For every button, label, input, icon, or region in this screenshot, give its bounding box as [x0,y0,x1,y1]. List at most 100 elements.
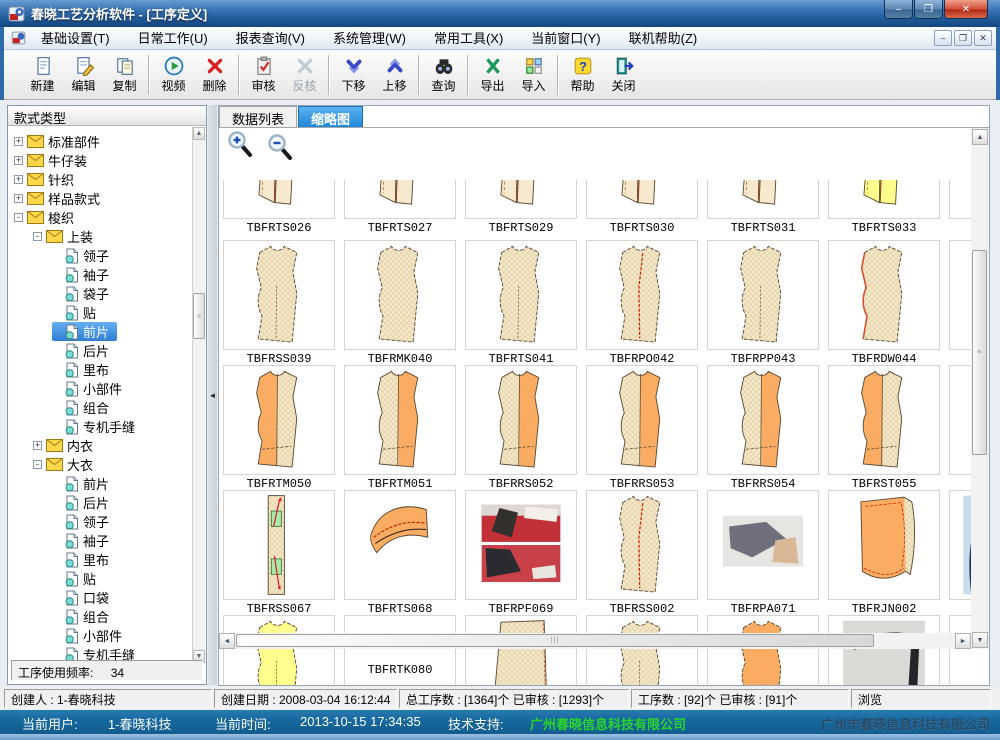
zoom-in-icon[interactable] [227,131,253,157]
tree-item-专机手缝[interactable]: 专机手缝 [52,417,135,436]
collapse-minus-icon[interactable]: - [33,460,42,469]
thumbnail-TBFRMK040[interactable] [344,240,456,350]
thumbnail-TBFRRS054[interactable] [707,365,819,475]
thumbnail-TBFRJN002[interactable] [828,490,940,600]
thumbnail-TBFRPP043[interactable] [707,240,819,350]
tree-item-牛仔装[interactable]: +牛仔装 [14,151,87,170]
menu-item-6[interactable]: 当前窗口(Y) [517,29,614,48]
tree-item-大衣[interactable]: -大衣 [33,455,93,474]
tree-item-里布[interactable]: 里布 [52,550,109,569]
tree-item-贴[interactable]: 贴 [52,569,96,588]
thumbnail-TBFRSS002[interactable] [586,490,698,600]
vertical-scroll-thumb[interactable]: ≡ [972,250,987,455]
collapse-minus-icon[interactable]: - [33,232,42,241]
tree-item-标准部件[interactable]: +标准部件 [14,132,100,151]
tree-item-口袋[interactable]: 口袋 [52,588,109,607]
thumbnail-piece[interactable] [465,615,577,685]
tree-item-梭织[interactable]: -梭织 [14,208,74,227]
thumbnail-TBFRRS053[interactable] [586,365,698,475]
thumbnail-cell-empty[interactable] [949,365,971,475]
thumbnail-TBFRTS026[interactable] [223,180,335,219]
expand-plus-icon[interactable]: + [14,156,23,165]
copy-button[interactable]: 复制 [104,52,145,98]
thumbnail-TBFRPF069[interactable] [465,490,577,600]
tree-item-袖子[interactable]: 袖子 [52,531,109,550]
tree-item-袖子[interactable]: 袖子 [52,265,109,284]
tree-item-前片-selected[interactable]: 前片 [52,322,117,341]
move-up-button[interactable]: 上移 [374,52,415,98]
thumbnail-TBFRPO042[interactable] [586,240,698,350]
window-close-button[interactable]: ✕ [944,0,988,19]
import-grid-button[interactable]: 导入 [513,52,554,98]
audit-check-button[interactable]: 审核 [243,52,284,98]
horizontal-scroll-thumb[interactable]: ||| [236,634,874,647]
tree-item-后片[interactable]: 后片 [52,341,109,360]
exit-door-button[interactable]: 关闭 [603,52,644,98]
scroll-down-icon[interactable]: ▼ [972,632,988,648]
thumbnail-TBFRTS029[interactable] [465,180,577,219]
collapse-arrow-icon[interactable]: ◄ [209,391,217,400]
mdi-restore-button[interactable]: ❐ [954,30,972,46]
tree-item-上装[interactable]: -上装 [33,227,93,246]
thumbnail-TBFRTS068[interactable] [344,490,456,600]
panel-splitter[interactable]: ◄ [208,105,217,685]
thumbnail-TBFRRS052[interactable] [465,365,577,475]
tree-item-小部件[interactable]: 小部件 [52,626,122,645]
horizontal-scrollbar[interactable]: ◄ ||| ► [219,633,971,649]
search-binoculars-button[interactable]: 查询 [423,52,464,98]
new-document-button[interactable]: 新建 [22,52,63,98]
window-maximize-button[interactable]: ❐ [914,0,943,19]
thumbnail-piece[interactable] [828,615,940,685]
thumbnail-TBFRSS039[interactable] [223,240,335,350]
thumbnail-piece[interactable] [586,615,698,685]
move-down-button[interactable]: 下移 [333,52,374,98]
thumbnail-piece[interactable] [707,615,819,685]
thumbnail-cell-empty[interactable] [949,615,971,685]
scroll-up-icon[interactable]: ▲ [972,129,988,145]
tree-item-小部件[interactable]: 小部件 [52,379,122,398]
expand-plus-icon[interactable]: + [33,441,42,450]
menu-item-1[interactable]: 基础设置(T) [27,29,124,48]
export-excel-button[interactable]: 导出 [472,52,513,98]
thumbnail-TBFRPA071[interactable] [707,490,819,600]
thumbnail-TBFRTS031[interactable] [707,180,819,219]
sidebar-scroll-up-icon[interactable]: ▲ [193,127,205,140]
tab-thumbnail-view[interactable]: 缩略图 [298,106,363,127]
collapse-minus-icon[interactable]: - [14,213,23,222]
sidebar-scrollbar[interactable]: ▲ ≡ ▼ [192,127,205,663]
thumbnail-TBFRDW044[interactable] [828,240,940,350]
menu-item-4[interactable]: 系统管理(W) [319,29,420,48]
sidebar-scroll-thumb[interactable]: ≡ [193,293,205,339]
tree-item-样品款式[interactable]: +样品款式 [14,189,100,208]
menu-item-3[interactable]: 报表查询(V) [222,29,319,48]
mdi-close-button[interactable]: ✕ [974,30,992,46]
thumbnail-TBFRST055[interactable] [828,365,940,475]
menu-item-5[interactable]: 常用工具(X) [420,29,517,48]
thumbnail-TBFRTS027[interactable] [344,180,456,219]
thumbnail-cell-empty[interactable] [949,180,971,219]
thumbnail-piece[interactable] [223,615,335,685]
delete-cross-button[interactable]: 删除 [194,52,235,98]
thumbnail-cell-empty[interactable] [949,240,971,350]
tree-item-里布[interactable]: 里布 [52,360,109,379]
menu-item-2[interactable]: 日常工作(U) [124,29,222,48]
thumbnail-TBFRSS067[interactable] [223,490,335,600]
tree-item-领子[interactable]: 领子 [52,512,109,531]
thumbnail-TBFRTS033[interactable] [828,180,940,219]
window-minimize-button[interactable]: – [884,0,913,19]
tree-item-领子[interactable]: 领子 [52,246,109,265]
tree-item-内衣[interactable]: +内衣 [33,436,93,455]
tab-data-list[interactable]: 数据列表 [219,106,297,127]
scroll-right-icon[interactable]: ► [955,633,971,649]
expand-plus-icon[interactable]: + [14,194,23,203]
tree-item-袋子[interactable]: 袋子 [52,284,109,303]
thumbnail-TBFRTS030[interactable] [586,180,698,219]
thumbnail-TBFRTK080[interactable]: TBFRTK080 [344,615,456,685]
menu-item-7[interactable]: 联机帮助(Z) [615,29,712,48]
scroll-left-icon[interactable]: ◄ [219,633,235,649]
tree-item-前片[interactable]: 前片 [52,474,109,493]
expand-plus-icon[interactable]: + [14,175,23,184]
thumbnail-piece[interactable] [949,490,971,600]
expand-plus-icon[interactable]: + [14,137,23,146]
tree-item-针织[interactable]: +针织 [14,170,74,189]
